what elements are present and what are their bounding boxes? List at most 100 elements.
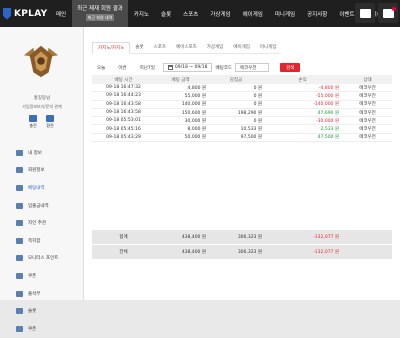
table-header: 베팅 시간 베팅 금액 당첨금 손익 상태 [92, 75, 392, 84]
filter-today-button[interactable]: 오늘 [92, 64, 110, 72]
notice-icon [382, 6, 396, 18]
filter-week-button[interactable]: 이번 [113, 64, 131, 72]
row-status: 에코우전 [359, 135, 376, 141]
nav-casino[interactable]: 카지노 [128, 10, 155, 18]
bet-icon [16, 184, 23, 191]
row-pl: -140,000 원 [313, 102, 339, 108]
side-item-coupon-2[interactable]: 쿠폰 [0, 320, 84, 338]
brand-name: KPLAY [14, 8, 48, 19]
logo-icon [3, 7, 11, 20]
side-item-profile[interactable]: 회원정보 [0, 162, 84, 180]
tab-minigame[interactable]: 미니게임 [254, 42, 282, 54]
row-status: 에코우전 [359, 93, 376, 99]
brand-logo[interactable]: KPLAY [0, 7, 50, 20]
nav-agame[interactable]: 에이게임 [237, 10, 269, 18]
header-time: 베팅 시간 [114, 77, 133, 83]
side-item-slot[interactable]: 슬롯 [0, 302, 84, 320]
nav-minigame[interactable]: 미니게임 [269, 10, 301, 18]
row-bet: 50,000 원 [184, 135, 206, 141]
table-row: 09-18 05:45:16 8,000 원 10,533 원 2,533 원 에코우전 [92, 125, 392, 134]
deposit-label: 충전 [29, 123, 37, 128]
tab-sports[interactable]: 스포츠 [148, 42, 172, 54]
row-status: 에코우전 [359, 102, 376, 108]
sidebar: 홍길동님 가입정보보기/문의 관계 충전 환전 내 정보 회원정보 배팅내역 입… [0, 27, 84, 332]
type-select[interactable]: 에코우전 [235, 63, 269, 72]
total-row-all: 전체 438,400 원 306,323 원 -132,077 원 [92, 245, 392, 259]
nav-main[interactable]: 메인 [50, 10, 72, 18]
tab-slot[interactable]: 슬롯 [130, 42, 149, 54]
row-win: 0 원 [253, 118, 262, 124]
point-icon [16, 255, 23, 262]
table-row: 09-18 05:43:29 50,000 원 97,500 원 47,500 원 에코… [92, 134, 392, 143]
deposit-button[interactable]: 충전 [26, 115, 40, 129]
bet-history-table: 베팅 시간 베팅 금액 당첨금 손익 상태 09-18 16:47:32 4,80… [92, 75, 392, 143]
total-bet: 438,400 원 [181, 235, 206, 240]
top-navigation-bar: KPLAY 메인 최근 제재 회원 결과 최근 회원 내역 카지노 슬롯 스포츠… [0, 0, 400, 27]
withdraw-button[interactable]: 환전 [43, 115, 57, 129]
rank-emblem-icon [23, 45, 59, 78]
search-button[interactable]: 검색 [280, 63, 301, 72]
side-item-label: 회원정보 [28, 168, 45, 174]
tab-casino[interactable]: 카지노/카지노 [92, 42, 131, 54]
side-item-label: 지인 추천 [28, 221, 46, 227]
table-row: 09-18 16:43:58 150,600 원 198,290 원 47,690 원… [92, 109, 392, 118]
total-pl: -132,077 원 [313, 235, 339, 240]
row-pl: 2,533 원 [320, 127, 339, 133]
nav-slot[interactable]: 슬롯 [155, 10, 177, 18]
nav-sports[interactable]: 스포츠 [177, 10, 204, 18]
side-item-label: 쿠폰 [28, 326, 37, 332]
side-item-label: 모니터스 포인트 [28, 256, 59, 262]
row-win: 0 원 [253, 93, 262, 99]
user-info-link[interactable]: 가입정보보기/문의 관계 [0, 104, 84, 110]
tab-virtual[interactable]: 가상게임 [201, 42, 229, 54]
date-range-value: 09/18 ~ 09/18 [174, 65, 208, 70]
row-time: 09-18 16:43:58 [106, 110, 141, 116]
side-item-label: 내 정보 [28, 150, 42, 156]
table-row: 09-18 16:44:23 55,000 원 0 원 -55,000 원 에코우전 [92, 92, 392, 101]
total-win: 306,323 원 [237, 250, 262, 255]
deposit-icon [29, 115, 37, 122]
side-item-label: 출석부 [28, 291, 41, 297]
side-item-money[interactable]: 입출금내역 [0, 197, 84, 215]
nav-notice[interactable]: 공지사항 [301, 10, 333, 18]
date-range-picker[interactable]: 09/18 ~ 09/18 [162, 63, 213, 72]
row-bet: 4,800 원 [187, 85, 206, 91]
nav-recent-label: 최근 제재 회원 결과 [77, 6, 123, 12]
nav-recent[interactable]: 최근 제재 회원 결과 최근 회원 내역 [72, 0, 128, 27]
total-pl: -132,077 원 [313, 250, 339, 255]
row-bet: 55,000 원 [184, 93, 206, 99]
row-pl: 47,690 원 [317, 110, 339, 116]
filter-last7-button[interactable]: 지난7일 [135, 64, 160, 72]
row-win: 0 원 [253, 102, 262, 108]
side-item-myinfo[interactable]: 내 정보 [0, 144, 84, 162]
total-label: 전체 [119, 250, 128, 255]
row-status: 에코우전 [359, 85, 376, 91]
type-label: 베팅코드 [215, 65, 232, 71]
row-status: 에코우전 [359, 118, 376, 124]
side-item-label: 쿠폰 [28, 273, 37, 279]
user-name: 홍길동님 [33, 96, 51, 101]
side-item-point[interactable]: 모니터스 포인트 [0, 250, 84, 268]
total-row-sum: 합계 438,400 원 306,323 원 -132,077 원 [92, 230, 392, 244]
attendance-icon [16, 290, 23, 297]
total-win: 306,323 원 [237, 235, 262, 240]
tab-asports[interactable]: 에이스포츠 [171, 42, 202, 54]
tab-agame[interactable]: 에이게임 [228, 42, 255, 54]
row-time: 09-18 16:47:32 [106, 85, 141, 91]
row-time: 09-18 05:45:16 [106, 126, 141, 132]
notice-button[interactable] [378, 3, 398, 23]
side-item-bets[interactable]: 배팅내역 [0, 179, 84, 197]
withdraw-label: 환전 [46, 123, 54, 128]
main-content: 카지노/카지노 슬롯 스포츠 에이스포츠 가상게임 에이게임 미니게임 오늘 이… [84, 27, 400, 300]
row-status: 에코우전 [359, 127, 376, 133]
side-item-refer[interactable]: 지인 추천 [0, 214, 84, 232]
message-icon [16, 237, 23, 244]
total-label: 합계 [119, 235, 128, 240]
row-bet: 140,000 원 [181, 102, 206, 108]
chat-button[interactable] [355, 3, 375, 23]
nav-virtual[interactable]: 가상게임 [204, 10, 236, 18]
row-win: 10,533 원 [240, 127, 262, 133]
side-item-coupon[interactable]: 쿠폰 [0, 267, 84, 285]
side-item-message[interactable]: 쪽지함 [0, 232, 84, 250]
header-pl: 손익 [298, 77, 307, 83]
